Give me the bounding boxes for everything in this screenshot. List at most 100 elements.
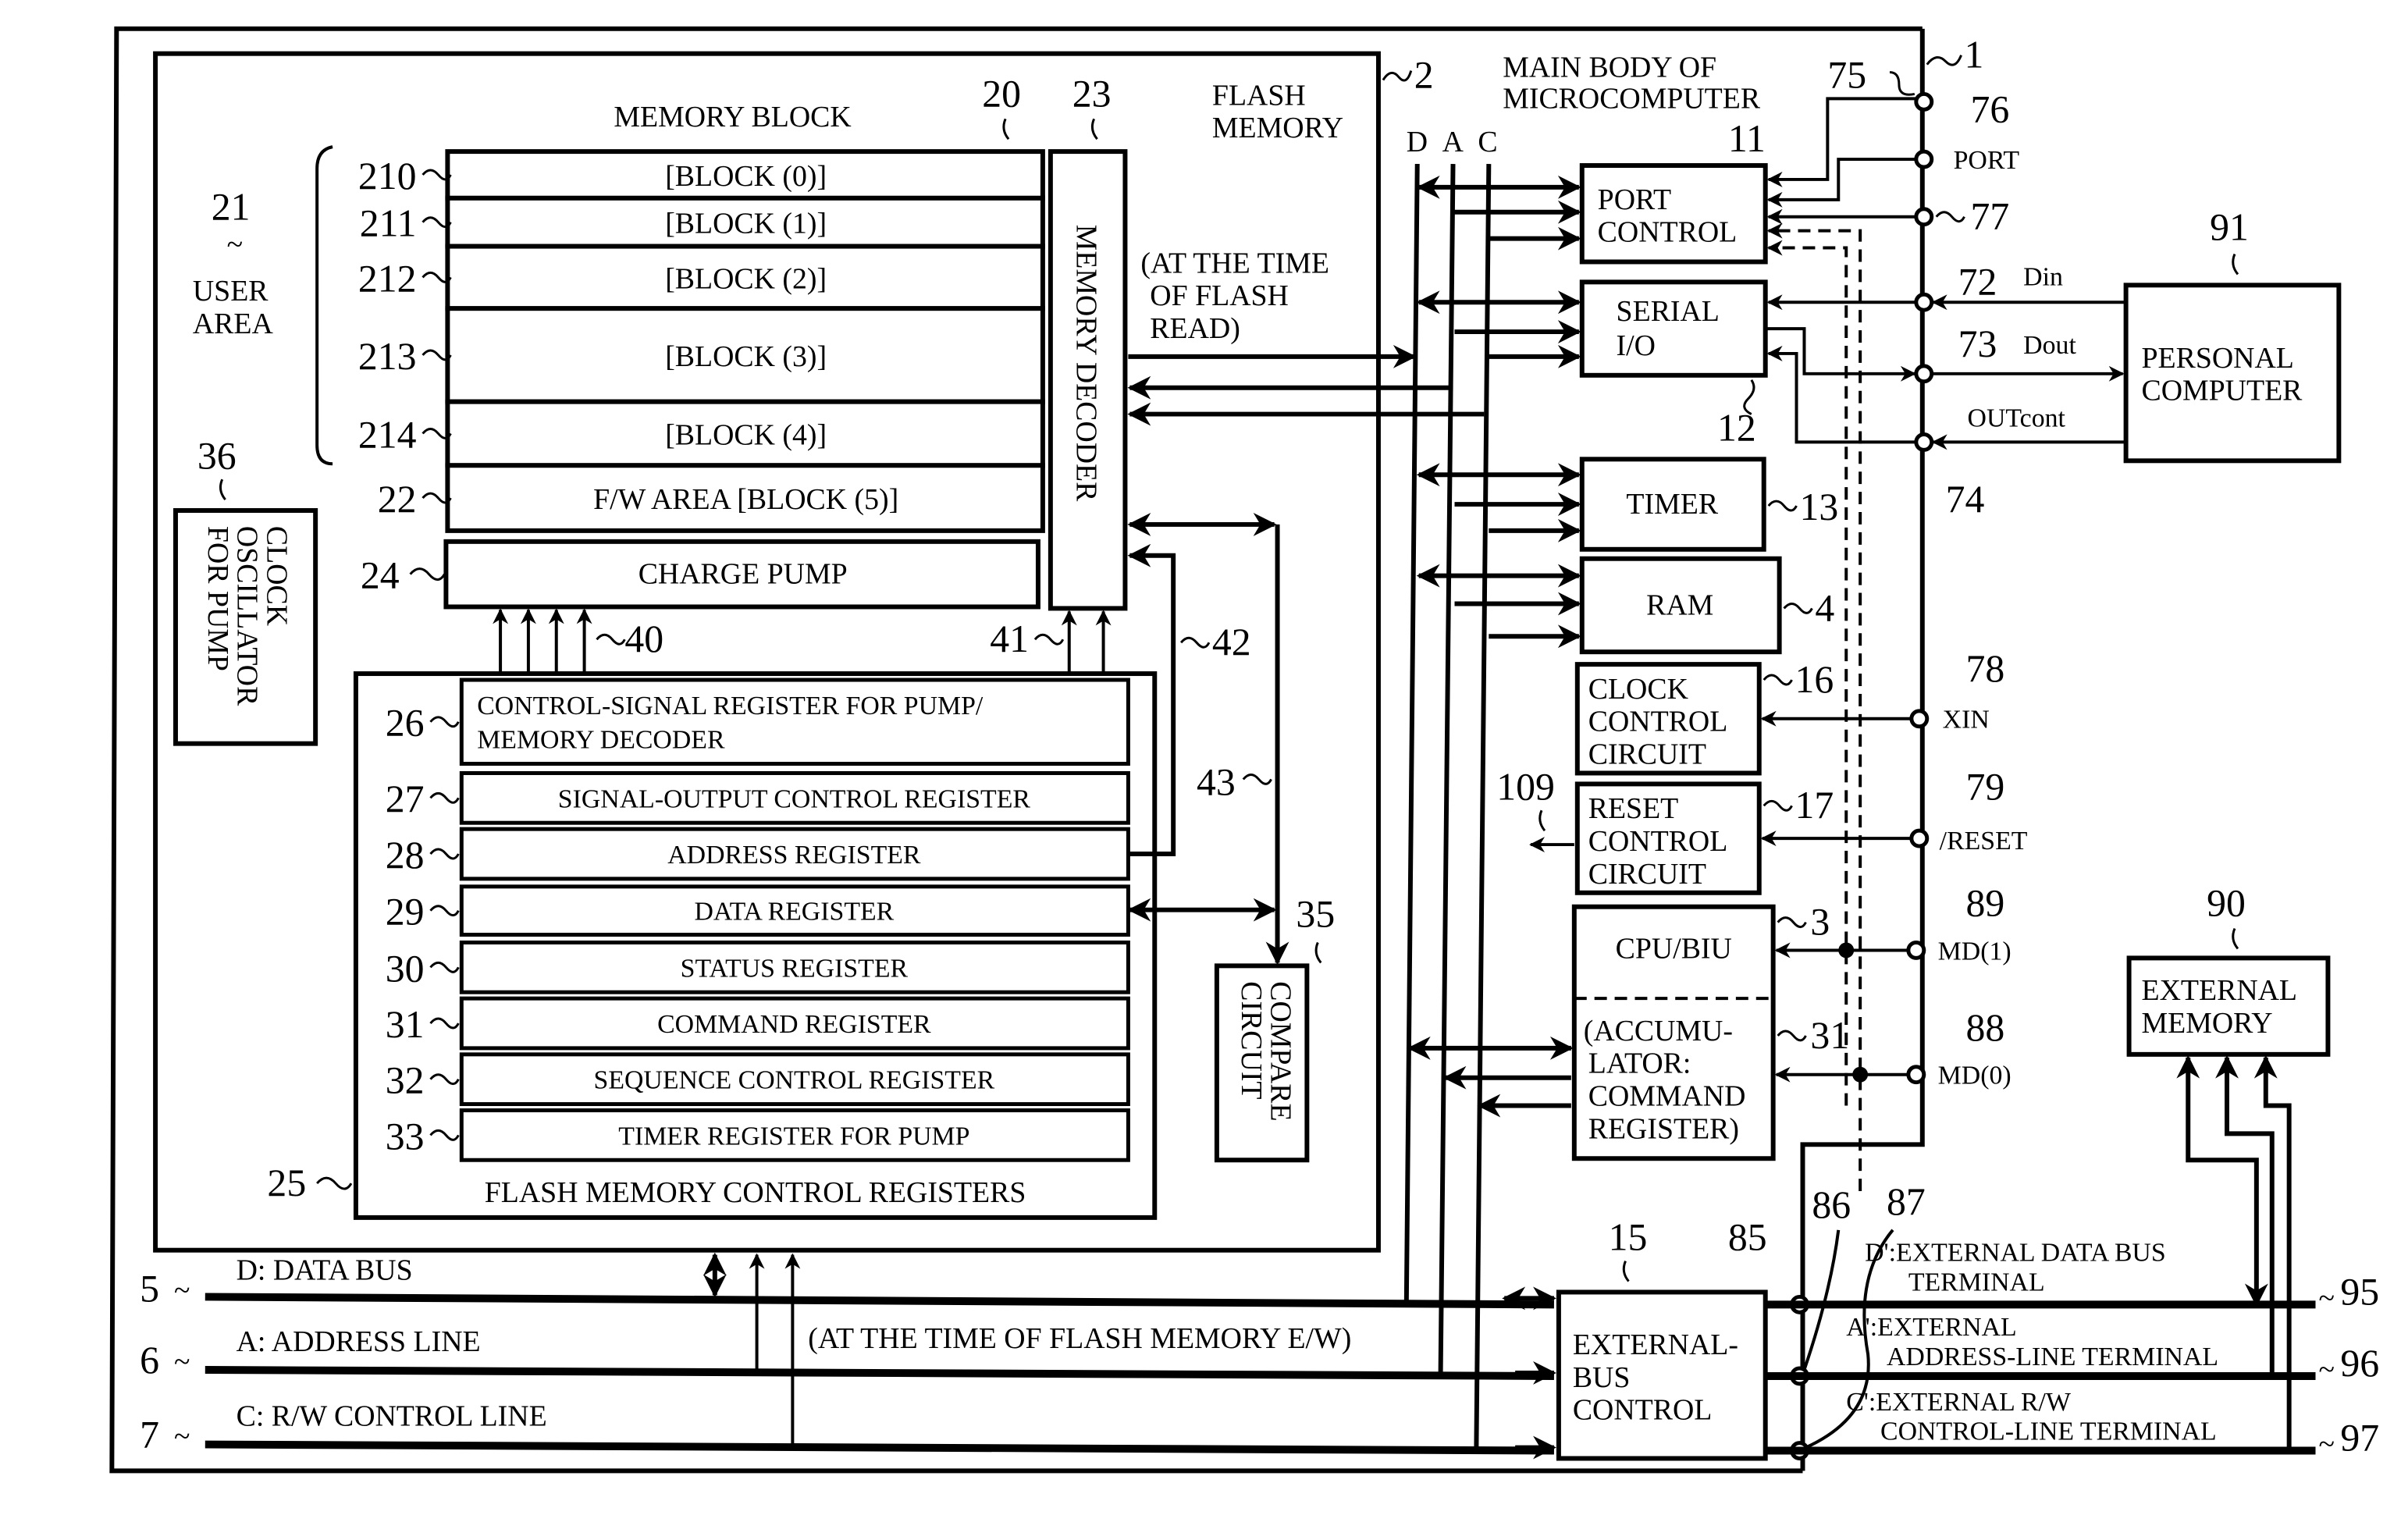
svg-text:~: ~ xyxy=(2318,1428,2334,1461)
svg-text:73: 73 xyxy=(1958,322,1997,365)
memory-block-label: [BLOCK (3)] xyxy=(665,340,827,373)
pump-signal-ref: 40 xyxy=(624,617,663,660)
cpu-ref: 3 xyxy=(1810,901,1830,944)
ext-address-ref: 96 xyxy=(2340,1342,2379,1385)
memory-block-row: [BLOCK (0)] 210 xyxy=(358,149,1045,201)
terminal-77[interactable] xyxy=(1914,207,1934,227)
charge-pump-label: CHARGE PUMP xyxy=(638,558,848,591)
ram: RAM 4 xyxy=(1416,556,1834,655)
svg-text:~: ~ xyxy=(227,229,243,261)
compare-circuit-ref: 35 xyxy=(1296,893,1335,936)
memory-block-title: MEMORY BLOCK xyxy=(614,101,851,133)
terminal-78-xin[interactable] xyxy=(1909,709,1930,729)
charge-pump-ref: 24 xyxy=(361,554,400,597)
main-body-ref: 1 xyxy=(1965,34,1984,76)
memory-block-label: [BLOCK (4)] xyxy=(665,418,827,451)
svg-text:87: 87 xyxy=(1887,1180,1926,1223)
svg-text:ADDRESS-LINE TERMINAL: ADDRESS-LINE TERMINAL xyxy=(1887,1343,2218,1371)
svg-text:MD(0): MD(0) xyxy=(1938,1062,2012,1090)
register-label: ADDRESS REGISTER xyxy=(667,841,921,870)
port-label: PORT xyxy=(1954,146,2020,175)
terminal-88-md0[interactable] xyxy=(1906,1065,1926,1085)
svg-text:89: 89 xyxy=(1966,882,2005,925)
control-registers-ref: 25 xyxy=(267,1161,306,1204)
svg-text:TERMINAL: TERMINAL xyxy=(1908,1268,2045,1296)
svg-text:OUTcont: OUTcont xyxy=(1968,404,2066,433)
svg-text:MD(1): MD(1) xyxy=(1938,937,2012,966)
memory-block-row: [BLOCK (4)] 214 xyxy=(358,399,1045,468)
memory-decoder-ref: 23 xyxy=(1072,72,1112,115)
control-registers-title: FLASH MEMORY CONTROL REGISTERS xyxy=(485,1176,1026,1209)
memory-block-row: [BLOCK (1)] 211 xyxy=(360,195,1045,249)
cpu-biu: CPU/BIU (ACCUMU- LATOR: COMMAND REGISTER… xyxy=(1407,901,1915,1161)
internal-bus-dac: D A C xyxy=(1375,126,1498,1448)
timer-ref: 13 xyxy=(1800,485,1839,528)
timer: TIMER 13 xyxy=(1416,457,1839,552)
svg-text:EXTERNAL-: EXTERNAL- xyxy=(1573,1328,1738,1361)
memory-block-label: [BLOCK (2)] xyxy=(665,262,827,295)
svg-text:72: 72 xyxy=(1958,260,1997,303)
flash-memory-label-1: FLASH xyxy=(1212,79,1306,112)
svg-text:75: 75 xyxy=(1827,53,1866,96)
terminal-73-dout[interactable] xyxy=(1914,364,1934,384)
terminal-79-reset[interactable] xyxy=(1909,828,1930,848)
svg-text:88: 88 xyxy=(1966,1006,2005,1049)
compare-circuit-label-2: CIRCUIT xyxy=(1235,981,1268,1099)
data-path-ref: 43 xyxy=(1197,760,1236,803)
reset-control-circuit: RESET CONTROL CIRCUIT 17 109 xyxy=(1496,765,1915,895)
svg-text:RESET: RESET xyxy=(1588,792,1679,825)
clock-control-ref: 16 xyxy=(1795,658,1834,701)
svg-text:TIMER: TIMER xyxy=(1626,488,1718,521)
control-line-ref: 7 xyxy=(140,1414,159,1456)
svg-text:A':EXTERNAL: A':EXTERNAL xyxy=(1846,1313,2016,1342)
terminal-76[interactable] xyxy=(1914,149,1934,169)
register-ref: 28 xyxy=(386,834,425,877)
terminal-75[interactable] xyxy=(1914,91,1934,112)
register-ref: 27 xyxy=(386,777,425,820)
register-label: SEQUENCE CONTROL REGISTER xyxy=(594,1066,995,1095)
decoder-signal-ref: 41 xyxy=(990,617,1029,660)
svg-text:CONTROL-LINE TERMINAL: CONTROL-LINE TERMINAL xyxy=(1880,1417,2217,1446)
memory-block-ref: 20 xyxy=(982,72,1021,115)
data-bus-ref: 5 xyxy=(140,1267,159,1310)
svg-text:BUS: BUS xyxy=(1573,1361,1631,1394)
svg-text:78: 78 xyxy=(1966,647,2005,690)
main-body-label-2: MICROCOMPUTER xyxy=(1503,82,1761,115)
svg-text:85: 85 xyxy=(1728,1216,1767,1259)
svg-text:PORT: PORT xyxy=(1598,183,1671,216)
svg-text:~: ~ xyxy=(2318,1353,2334,1386)
register-ref: 26 xyxy=(386,702,425,745)
svg-text:~: ~ xyxy=(174,1346,190,1378)
svg-text:COMPUTER: COMPUTER xyxy=(2142,375,2303,407)
ext-data-ref: 95 xyxy=(2340,1270,2379,1313)
port-control-ref: 11 xyxy=(1728,117,1766,160)
clock-oscillator-ref: 36 xyxy=(197,434,237,477)
user-area-label-1: USER xyxy=(193,275,269,308)
control-register-row: DATA REGISTER 29 xyxy=(386,884,1130,937)
register-label: SIGNAL-OUTPUT CONTROL REGISTER xyxy=(558,784,1031,813)
user-area-ref: 21 xyxy=(212,186,251,229)
register-label: DATA REGISTER xyxy=(695,898,895,926)
main-buses: D: DATA BUS A: ADDRESS LINE C: R/W CONTR… xyxy=(140,1252,1556,1460)
memory-block-ref: 210 xyxy=(358,155,417,197)
external-bus-control-ref: 15 xyxy=(1609,1216,1648,1259)
terminal-72-din[interactable] xyxy=(1914,292,1934,312)
svg-text:CIRCUIT: CIRCUIT xyxy=(1588,858,1706,891)
flash-ew-note: (AT THE TIME OF FLASH MEMORY E/W) xyxy=(808,1322,1351,1355)
terminal-89-md1[interactable] xyxy=(1906,941,1926,960)
svg-text:~: ~ xyxy=(2318,1282,2334,1314)
register-ref: 33 xyxy=(386,1115,425,1158)
user-area-label-2: AREA xyxy=(193,308,274,340)
memory-block-row: [BLOCK (3)] 213 xyxy=(358,306,1045,404)
flash-memory-ref: 2 xyxy=(1414,53,1434,96)
terminal-74-outcont[interactable] xyxy=(1914,432,1934,452)
register-label: STATUS REGISTER xyxy=(681,954,909,983)
svg-text:/RESET: /RESET xyxy=(1940,827,2028,855)
svg-text:COMMAND: COMMAND xyxy=(1588,1080,1746,1113)
address-path-ref: 42 xyxy=(1212,621,1251,663)
memory-block-ref: 213 xyxy=(358,335,417,378)
svg-text:77: 77 xyxy=(1971,195,2010,238)
address-line-label: A: ADDRESS LINE xyxy=(237,1325,481,1358)
address-line-ref: 6 xyxy=(140,1339,159,1382)
bus-letter-d: D xyxy=(1407,126,1428,158)
